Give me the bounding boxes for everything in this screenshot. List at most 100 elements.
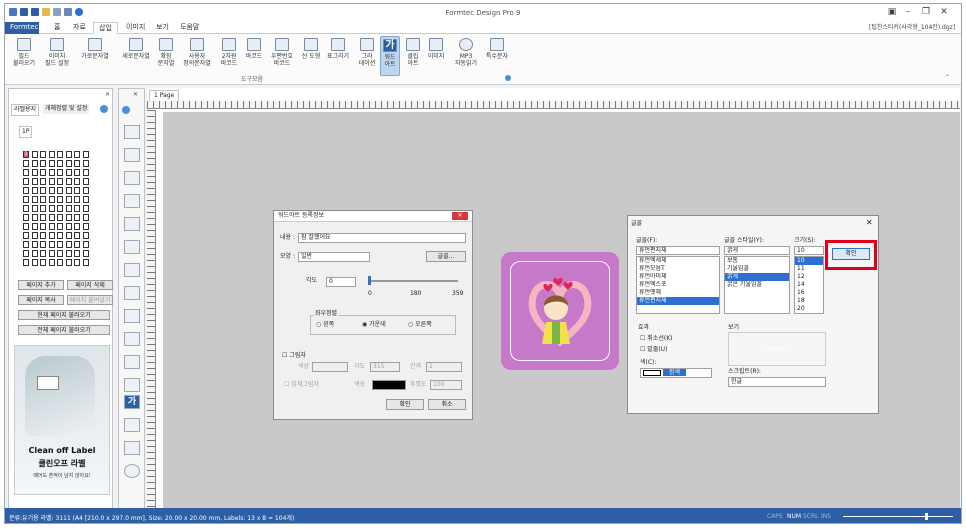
label-grid-cell[interactable] (65, 241, 72, 248)
vertical-text-tool-icon[interactable] (124, 194, 140, 208)
mp3-tool-icon[interactable] (124, 464, 140, 478)
label-grid-cell[interactable] (31, 223, 38, 230)
label-grid-cell[interactable] (23, 259, 29, 266)
collapse-ribbon-icon[interactable]: ⌃ (945, 74, 950, 82)
wordart-ok-button[interactable]: 확인 (386, 399, 424, 410)
font-size-list-item[interactable]: 10 (795, 257, 823, 265)
tab-data[interactable]: 자료 (68, 22, 91, 34)
label-grid-cell[interactable] (40, 214, 46, 221)
field-tool-icon[interactable] (124, 125, 140, 139)
font-list[interactable]: 휴먼엑세체 휴먼모음T 휴먼아미체 휴먼엑스포 휴먼옛체 휴먼편지체 (636, 256, 720, 314)
label-grid-cell[interactable] (23, 250, 29, 257)
label-grid-cell[interactable] (23, 196, 29, 203)
shape-select[interactable]: 일반 (298, 252, 370, 262)
label-grid-cell[interactable] (40, 196, 46, 203)
label-grid-cell[interactable] (65, 187, 72, 194)
label-grid-cell[interactable] (74, 196, 80, 203)
zoom-slider-thumb[interactable] (925, 513, 928, 520)
horizontal-text-tool-icon[interactable] (124, 171, 140, 185)
label-grid-cell[interactable] (23, 223, 29, 230)
label-grid-cell[interactable] (31, 232, 38, 239)
label-grid-cell[interactable] (31, 169, 38, 176)
label-grid-cell[interactable] (74, 250, 80, 257)
mp3-button[interactable]: MP3 자동읽기 (451, 38, 481, 67)
label-grid-cell[interactable] (65, 196, 72, 203)
extended-text-button[interactable]: 확장 문자열 (155, 38, 177, 67)
gradient-button[interactable]: 그라 데이션 (356, 38, 378, 67)
label-grid-cell[interactable] (82, 169, 89, 176)
shadow-angle-input[interactable]: 315 (370, 362, 400, 372)
font-list-item[interactable]: 휴먼아미체 (637, 273, 719, 281)
label-grid-cell[interactable] (40, 259, 46, 266)
label-grid-cell[interactable] (23, 160, 29, 167)
tab-home[interactable]: 홈 (49, 22, 65, 34)
label-grid-cell[interactable] (65, 151, 72, 158)
label-grid-cell[interactable] (74, 223, 80, 230)
label-grid-cell[interactable] (65, 223, 72, 230)
page-tab[interactable]: 1 Page (149, 90, 180, 101)
font-style-list[interactable]: 보통 기울임꼴 굵게 굵은 기울임꼴 (724, 256, 790, 314)
label-grid-cell[interactable] (48, 169, 55, 176)
align-right-radio[interactable]: ○ 오른쪽 (408, 321, 432, 329)
font-style-list-item[interactable]: 굵게 (725, 273, 789, 281)
label-grid-cell[interactable] (31, 187, 38, 194)
toolbar-close-icon[interactable]: ✕ (133, 91, 138, 99)
label-grid-cell[interactable] (82, 187, 89, 194)
page-tab[interactable]: 1P (19, 126, 33, 138)
postal-barcode-button[interactable]: 우편번호 바코드 (267, 38, 297, 67)
font-dialog-close-icon[interactable]: ✕ (866, 219, 873, 227)
font-list-item[interactable]: 휴먼엑스포 (637, 281, 719, 289)
label-grid-cell[interactable] (23, 205, 29, 212)
add-page-button[interactable]: 페이지 추가 (18, 280, 64, 290)
clipart-button[interactable]: 클립 아트 (403, 38, 423, 67)
label-grid-cell[interactable] (74, 259, 80, 266)
label-grid-cell[interactable] (74, 187, 80, 194)
label-grid-cell[interactable] (65, 205, 72, 212)
close-button[interactable]: ✕ (937, 6, 951, 18)
shadow-checkbox[interactable]: ☐ 그림자 (282, 352, 306, 360)
label-grid-cell[interactable] (74, 178, 80, 185)
angle-input[interactable]: 0 (326, 277, 356, 287)
label-grid-cell[interactable] (40, 241, 46, 248)
font-list-item[interactable]: 휴먼편지체 (637, 297, 719, 305)
image-field-button[interactable]: 이미지 필드 설정 (41, 38, 73, 67)
special-char-button[interactable]: 특수문자 (483, 38, 511, 60)
load-current-page-button[interactable]: 현재 페이지 불러오기 (18, 310, 110, 320)
2d-barcode-button[interactable]: 2차원 바코드 (217, 38, 241, 67)
vertical-text-button[interactable]: 세로문자열 (117, 38, 155, 60)
custom-text-tool-icon[interactable] (124, 240, 140, 254)
label-grid-cell[interactable] (40, 151, 46, 158)
tab-object-align[interactable]: 개체정렬 및 설정 (43, 104, 90, 114)
tab-label-paper[interactable]: 라벨용지 (11, 104, 40, 116)
custom-text-button[interactable]: 사용자 정의문자열 (179, 38, 215, 67)
label-grid-cell[interactable] (31, 241, 38, 248)
label-grid-cell[interactable] (31, 151, 38, 158)
label-grid-cell[interactable] (48, 223, 55, 230)
label-grid-cell[interactable] (48, 151, 55, 158)
font-list-item[interactable]: 휴먼모음T (637, 265, 719, 273)
label-grid-cell[interactable] (31, 250, 38, 257)
label-grid-cell[interactable] (74, 241, 80, 248)
help-icon[interactable]: ▣ (885, 6, 899, 18)
font-list-item[interactable]: 휴먼옛체 (637, 289, 719, 297)
label-grid-cell[interactable] (82, 250, 89, 257)
field-load-button[interactable]: 필드 불러오기 (9, 38, 39, 67)
label-grid-cell[interactable] (48, 178, 55, 185)
label-grid-cell[interactable] (82, 241, 89, 248)
label-grid-cell[interactable] (40, 250, 46, 257)
label-grid-cell[interactable] (57, 232, 63, 239)
label-grid-cell[interactable] (65, 214, 72, 221)
label-grid-cell[interactable] (48, 205, 55, 212)
restore-button[interactable]: ❐ (919, 6, 933, 18)
label-grid-cell[interactable] (74, 214, 80, 221)
label-grid-cell[interactable] (31, 259, 38, 266)
label-grid-cell[interactable] (48, 214, 55, 221)
ad-banner[interactable]: Clean off Label 클린오프 라벨 떼어도 흔적이 남지 않아요! (14, 345, 110, 495)
font-size-list-item[interactable]: 12 (795, 273, 823, 281)
label-grid-cell[interactable] (31, 178, 38, 185)
shadow3d-color-select[interactable] (372, 380, 406, 390)
label-grid-cell[interactable] (57, 151, 63, 158)
font-ok-button[interactable]: 확인 (832, 248, 870, 260)
label-grid-cell[interactable] (48, 196, 55, 203)
label-grid-cell[interactable] (40, 223, 46, 230)
